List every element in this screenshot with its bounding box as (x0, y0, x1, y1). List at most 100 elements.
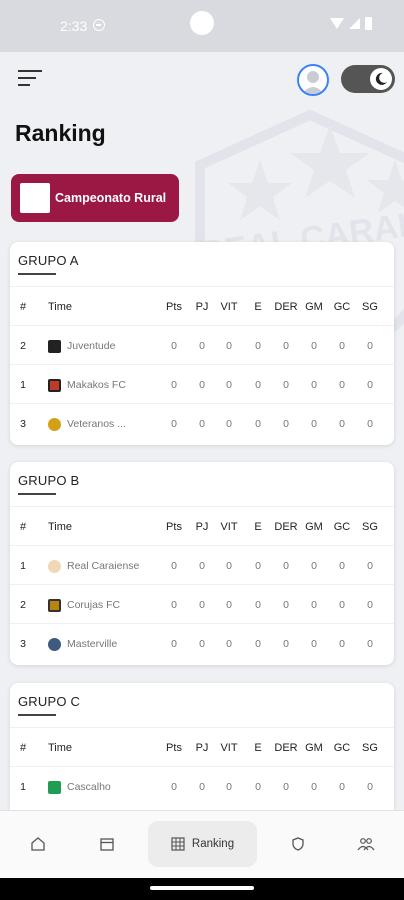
stat-cell: 0 (339, 418, 345, 430)
stat-cell: 0 (226, 781, 232, 793)
team-cell: Corujas FC (48, 585, 168, 625)
table-row[interactable]: 2 Corujas FC 0 0 0 0 0 0 0 0 (10, 584, 394, 624)
nav-home[interactable] (6, 821, 70, 867)
col-header: SG (362, 301, 378, 313)
table-row[interactable]: 2 Juventude 0 0 0 0 0 0 0 0 (10, 325, 394, 365)
stat-cell: 0 (199, 560, 205, 572)
stat-cell: 0 (171, 418, 177, 430)
team-name: Cascalho (67, 781, 111, 793)
group-card: GRUPO C # Time Pts PJ VIT E DER GM GC SG… (10, 683, 394, 810)
team-logo (48, 637, 61, 651)
team-logo (48, 598, 61, 612)
nav-teams[interactable] (266, 821, 330, 867)
col-header: GM (305, 742, 323, 754)
col-header: PJ (195, 301, 209, 313)
table-row[interactable]: 3 Masterville 0 0 0 0 0 0 0 0 (10, 623, 394, 663)
stat-cell: 0 (226, 638, 232, 650)
col-header: SG (362, 742, 378, 754)
people-icon (357, 838, 375, 851)
stat-cell: 0 (339, 379, 345, 391)
system-navigation-bar (0, 878, 404, 900)
table-row[interactable]: 3 Veteranos ... 0 0 0 0 0 0 0 0 (10, 403, 394, 443)
team-cell: Masterville (48, 624, 168, 664)
team-name: Veteranos ... (67, 418, 126, 430)
stat-cell: 0 (283, 781, 289, 793)
stat-cell: 0 (367, 560, 373, 572)
team-cell: Juventude (48, 326, 168, 366)
nav-ranking[interactable]: Ranking (148, 821, 257, 867)
team-cell: Makakos FC (48, 365, 168, 405)
table-row[interactable]: 1 Real Caraiense 0 0 0 0 0 0 0 0 (10, 545, 394, 585)
stat-cell: 0 (199, 638, 205, 650)
group-title-underline (18, 493, 56, 495)
stat-cell: 0 (283, 418, 289, 430)
team-logo (48, 780, 61, 794)
status-icons (330, 17, 372, 30)
col-header: Pts (166, 521, 182, 533)
championship-label: Campeonato Rural (55, 191, 167, 205)
stat-cell: 0 (311, 379, 317, 391)
bottom-navigation: Ranking (0, 810, 404, 878)
col-header: Time (48, 521, 73, 533)
toggle-knob (370, 68, 392, 90)
do-not-disturb-icon (93, 19, 105, 31)
stat-cell: 0 (171, 340, 177, 352)
table-header: # Time Pts PJ VIT E DER GM GC SG (10, 506, 394, 546)
home-gesture-pill[interactable] (150, 886, 254, 890)
nav-players[interactable] (334, 821, 398, 867)
col-header: Pts (166, 301, 182, 313)
stat-cell: 0 (311, 638, 317, 650)
shield-icon (292, 837, 304, 851)
stat-cell: 0 (255, 781, 261, 793)
stat-cell: 0 (199, 418, 205, 430)
team-name: Makakos FC (67, 379, 126, 391)
nav-calendar[interactable] (75, 821, 139, 867)
stat-cell: 0 (311, 781, 317, 793)
table-header: # Time Pts PJ VIT E DER GM GC SG (10, 286, 394, 326)
col-header: GM (305, 301, 323, 313)
col-header: VIT (220, 301, 238, 313)
team-name: Masterville (67, 638, 118, 650)
theme-toggle[interactable] (341, 65, 395, 93)
stat-cell: 0 (367, 340, 373, 352)
team-logo (48, 417, 61, 431)
stat-cell: 0 (226, 418, 232, 430)
group-title: GRUPO B (18, 473, 80, 488)
row-position: 3 (20, 638, 26, 650)
team-logo (48, 339, 61, 353)
col-header: E (254, 301, 262, 313)
col-header: PJ (195, 521, 209, 533)
stat-cell: 0 (171, 379, 177, 391)
col-header: # (19, 521, 27, 533)
row-position: 3 (20, 418, 26, 430)
stat-cell: 0 (226, 560, 232, 572)
stat-cell: 0 (311, 560, 317, 572)
status-bar: 2:33 (0, 0, 404, 52)
row-position: 2 (20, 599, 26, 611)
stat-cell: 0 (255, 379, 261, 391)
col-header: VIT (220, 742, 238, 754)
menu-icon[interactable] (18, 70, 42, 90)
moon-icon (375, 72, 387, 85)
table-row[interactable]: 1 Cascalho 0 0 0 0 0 0 0 0 (10, 766, 394, 806)
stat-cell: 0 (255, 340, 261, 352)
nav-ranking-label: Ranking (191, 838, 235, 850)
stat-cell: 0 (367, 418, 373, 430)
col-header: SG (362, 521, 378, 533)
table-header: # Time Pts PJ VIT E DER GM GC SG (10, 727, 394, 767)
calendar-icon (100, 838, 114, 851)
col-header: PJ (195, 742, 209, 754)
avatar[interactable] (297, 64, 329, 96)
top-app-bar (0, 52, 404, 112)
stat-cell: 0 (311, 340, 317, 352)
col-header: # (19, 301, 27, 313)
row-position: 1 (20, 560, 26, 572)
table-row[interactable]: 1 Makakos FC 0 0 0 0 0 0 0 0 (10, 364, 394, 404)
championship-chip[interactable]: Campeonato Rural (11, 174, 179, 222)
stat-cell: 0 (283, 599, 289, 611)
page-title: Ranking (15, 120, 106, 146)
status-time: 2:33 (60, 18, 88, 34)
col-header: DER (274, 521, 298, 533)
stat-cell: 0 (367, 599, 373, 611)
team-name: Juventude (67, 340, 116, 352)
